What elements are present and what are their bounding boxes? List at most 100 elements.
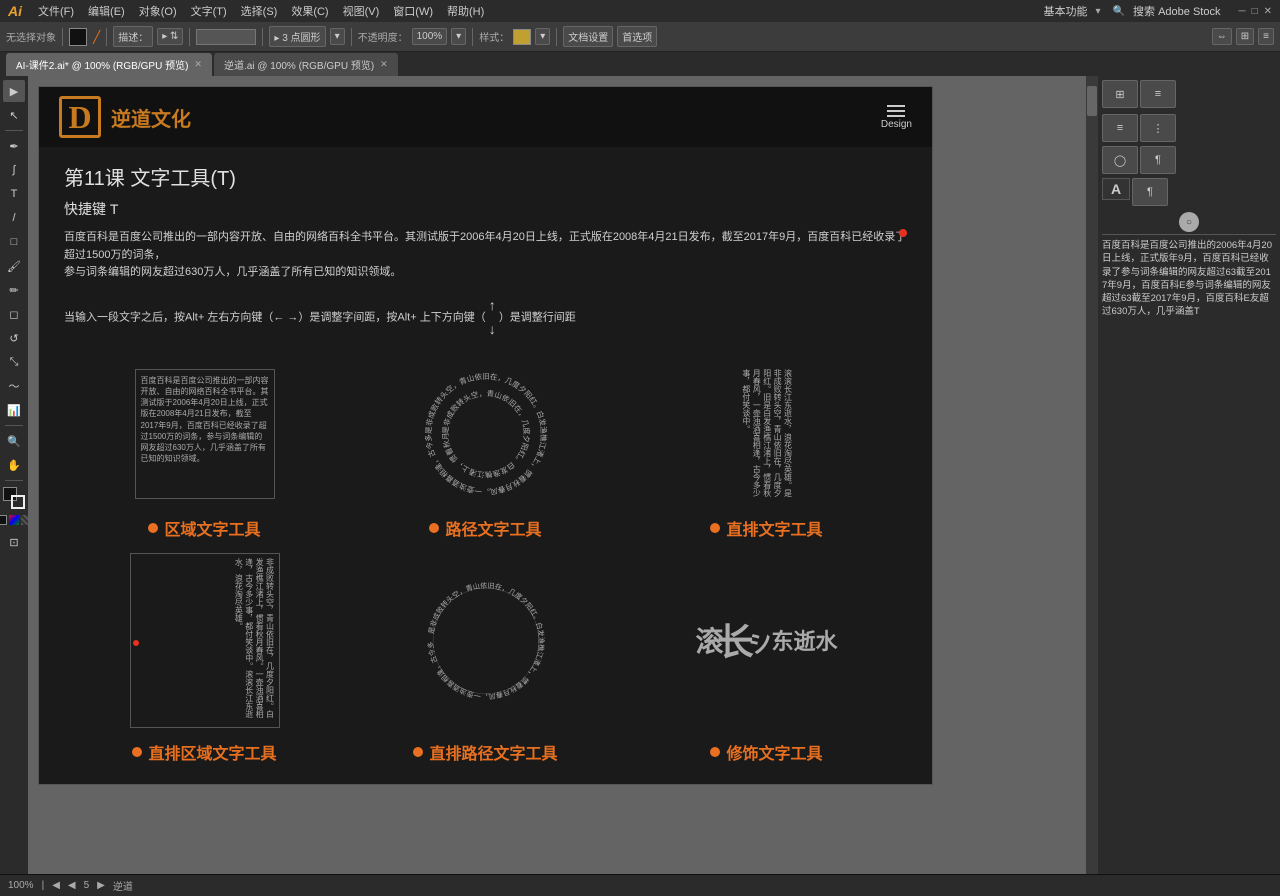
opacity-value[interactable]: 100% — [412, 28, 448, 45]
close-button[interactable]: ✕ — [1264, 6, 1272, 17]
rp-circle[interactable]: ◯ — [1102, 146, 1138, 174]
menu-select[interactable]: 选择(S) — [235, 1, 284, 21]
toolbar-separator — [62, 28, 63, 46]
more-button[interactable]: ≡ — [1258, 28, 1274, 45]
menu-help[interactable]: 帮助(H) — [441, 1, 490, 21]
grid-button[interactable]: ⊞ — [1236, 28, 1254, 45]
status-sep: | — [42, 880, 45, 891]
doc-desc: 当输入一段文字之后，按Alt+ 左右方向键（← →）是调整字间距，按Alt+ 上… — [64, 294, 907, 342]
next-button[interactable]: ▶ — [97, 880, 105, 891]
menu-window[interactable]: 窗口(W) — [387, 1, 439, 21]
minimize-button[interactable]: ─ — [1238, 6, 1245, 17]
line-tool[interactable]: / — [3, 207, 25, 229]
scrollbar-thumb[interactable] — [1087, 86, 1097, 116]
stroke-weight-field[interactable] — [196, 29, 256, 45]
graph-tool[interactable]: 📊 — [3, 399, 25, 421]
tab-close-1[interactable]: ✕ — [194, 59, 202, 70]
blend-select[interactable]: ▸ ⇅ — [157, 28, 183, 45]
v-path-text-visual: 是非成败转头空，青山依旧在，几度夕阳红。白发渔樵江渚上，惯看秋月春风，一壶浊酒喜… — [345, 545, 626, 735]
zoom-tool[interactable]: 🔍 — [3, 430, 25, 452]
menu-view[interactable]: 视图(V) — [337, 1, 386, 21]
arrange-button[interactable]: ⇔ — [1212, 28, 1232, 45]
stroke-box[interactable] — [11, 495, 25, 509]
deco-dot — [710, 747, 720, 757]
color-boxes — [3, 487, 25, 509]
type-tool[interactable]: T — [3, 183, 25, 205]
examples-row-1: 百度百科是百度公司推出的一部内容开放、自由的网络百科全书平台。其测试版于2006… — [64, 356, 907, 540]
rotate-tool[interactable]: ↺ — [3, 327, 25, 349]
deco-text-visual: 滚 长 シ 东逝水 — [626, 545, 907, 735]
style-swatch[interactable] — [513, 29, 531, 45]
search-label: 🔍 — [1113, 6, 1125, 17]
rp-para[interactable]: ¶ — [1140, 146, 1176, 174]
basic-function[interactable]: 基本功能 — [1038, 1, 1094, 21]
text-anchor-marker — [899, 229, 907, 237]
pencil-tool[interactable]: ✏ — [3, 279, 25, 301]
hamburger-menu[interactable]: Design — [881, 105, 912, 130]
style-dropdown[interactable]: ▾ — [535, 28, 550, 45]
preferences-button[interactable]: 首选项 — [617, 26, 657, 47]
document: D 逆道文化 Design 第11课 文字工具(T) 快捷键 T — [38, 86, 933, 785]
deco-label-row: 修饰文字工具 — [710, 740, 822, 764]
menu-text[interactable]: 文字(T) — [185, 1, 233, 21]
points-select[interactable]: ▸ 3 点圆形 — [269, 26, 325, 47]
area-text-example: 百度百科是百度公司推出的一部内容开放、自由的网络百科全书平台。其测试版于2006… — [64, 356, 345, 540]
tab-file2[interactable]: 逆道.ai @ 100% (RGB/GPU 预览) ✕ — [214, 53, 398, 76]
tab-file1[interactable]: AI-课件2.ai* @ 100% (RGB/GPU 预览) ✕ — [6, 53, 212, 76]
canvas-area[interactable]: D 逆道文化 Design 第11课 文字工具(T) 快捷键 T — [28, 76, 1098, 874]
direct-select-tool[interactable]: ↖ — [3, 104, 25, 126]
shape-tool[interactable]: □ — [3, 231, 25, 253]
toolbar-separator4 — [262, 28, 263, 46]
rp-more-button[interactable]: ≡ — [1140, 80, 1176, 108]
v-area-anchor — [133, 640, 139, 646]
rp-row3: A ¶ — [1102, 178, 1276, 206]
v-path-text-example: 是非成败转头空，青山依旧在，几度夕阳红。白发渔樵江渚上，惯看秋月春风，一壶浊酒喜… — [345, 545, 626, 764]
screen-mode-tool[interactable]: ⊡ — [3, 531, 25, 553]
menu-file[interactable]: 文件(F) — [32, 1, 80, 21]
rp-pilcrow[interactable]: ¶ — [1132, 178, 1168, 206]
hand-tool[interactable]: ✋ — [3, 454, 25, 476]
doc-logo-group: D 逆道文化 — [59, 96, 191, 138]
points-dropdown[interactable]: ▾ — [330, 28, 345, 45]
vertical-text-dot — [710, 523, 720, 533]
menu-bar: Ai 文件(F) 编辑(E) 对象(O) 文字(T) 选择(S) 效果(C) 视… — [0, 0, 1280, 22]
toolbar-separator5 — [351, 28, 352, 46]
vertical-scrollbar[interactable] — [1086, 76, 1098, 874]
maximize-button[interactable]: □ — [1252, 6, 1258, 17]
selection-label: 无选择对象 — [6, 29, 56, 44]
doc-content: 第11课 文字工具(T) 快捷键 T 百度百科是百度公司推出的一部内容开放、自由… — [39, 147, 932, 784]
arrow-indicator: ↑ ↓ — [489, 294, 496, 342]
eraser-tool[interactable]: ◻ — [3, 303, 25, 325]
none-swatch[interactable] — [0, 515, 7, 525]
area-text-label: 区域文字工具 — [164, 516, 260, 540]
select-tool[interactable]: ▶ — [3, 80, 25, 102]
opacity-dropdown[interactable]: ▾ — [451, 28, 466, 45]
search-stock[interactable]: 搜索 Adobe Stock — [1127, 1, 1226, 21]
rp-circle-btn[interactable]: ○ — [1179, 212, 1199, 232]
warp-tool[interactable]: 〜 — [3, 375, 25, 397]
tab-close-2[interactable]: ✕ — [380, 59, 388, 70]
pen-tool[interactable]: ✒ — [3, 135, 25, 157]
toolbar: 无选择对象 ╱ 描述： ▸ ⇅ ▸ 3 点圆形 ▾ 不透明度： 100% ▾ 样… — [0, 22, 1280, 52]
path-text-visual: 是非成败转头空，青山依旧在，几度夕阳红。白发渔樵江渚上，惯看秋月春风。一壶浊酒喜… — [345, 356, 626, 511]
path-text-label: 路径文字工具 — [445, 516, 541, 540]
tab-label-1: AI-课件2.ai* @ 100% (RGB/GPU 预览) — [16, 57, 188, 72]
logo-icon: D — [59, 96, 101, 138]
gradient-swatch[interactable] — [9, 515, 19, 525]
prev-button[interactable]: ◀ — [52, 880, 60, 891]
rp-align-v[interactable]: ⋮ — [1140, 114, 1176, 142]
rp-align-button[interactable]: ⊞ — [1102, 80, 1138, 108]
rp-align-h[interactable]: ≡ — [1102, 114, 1138, 142]
doc-settings-button[interactable]: 文档设置 — [563, 26, 613, 47]
path-text-circle: 是非成败转头空，青山依旧在，几度夕阳红。白发渔樵江渚上，惯看秋月春风。一壶浊酒喜… — [411, 359, 561, 509]
fill-color-swatch[interactable] — [69, 28, 87, 46]
rp-tools-section: ≡ ⋮ ◯ ¶ A ¶ ○ — [1102, 112, 1276, 235]
menu-object[interactable]: 对象(O) — [133, 1, 183, 21]
paintbrush-tool[interactable]: 🖌 — [3, 255, 25, 277]
menu-effect[interactable]: 效果(C) — [285, 1, 334, 21]
menu-edit[interactable]: 编辑(E) — [82, 1, 131, 21]
rp-ai-label: A — [1102, 178, 1130, 200]
scale-tool[interactable]: ⤡ — [3, 351, 25, 373]
curvature-tool[interactable]: ∫ — [3, 159, 25, 181]
color-mode-row — [0, 515, 31, 525]
